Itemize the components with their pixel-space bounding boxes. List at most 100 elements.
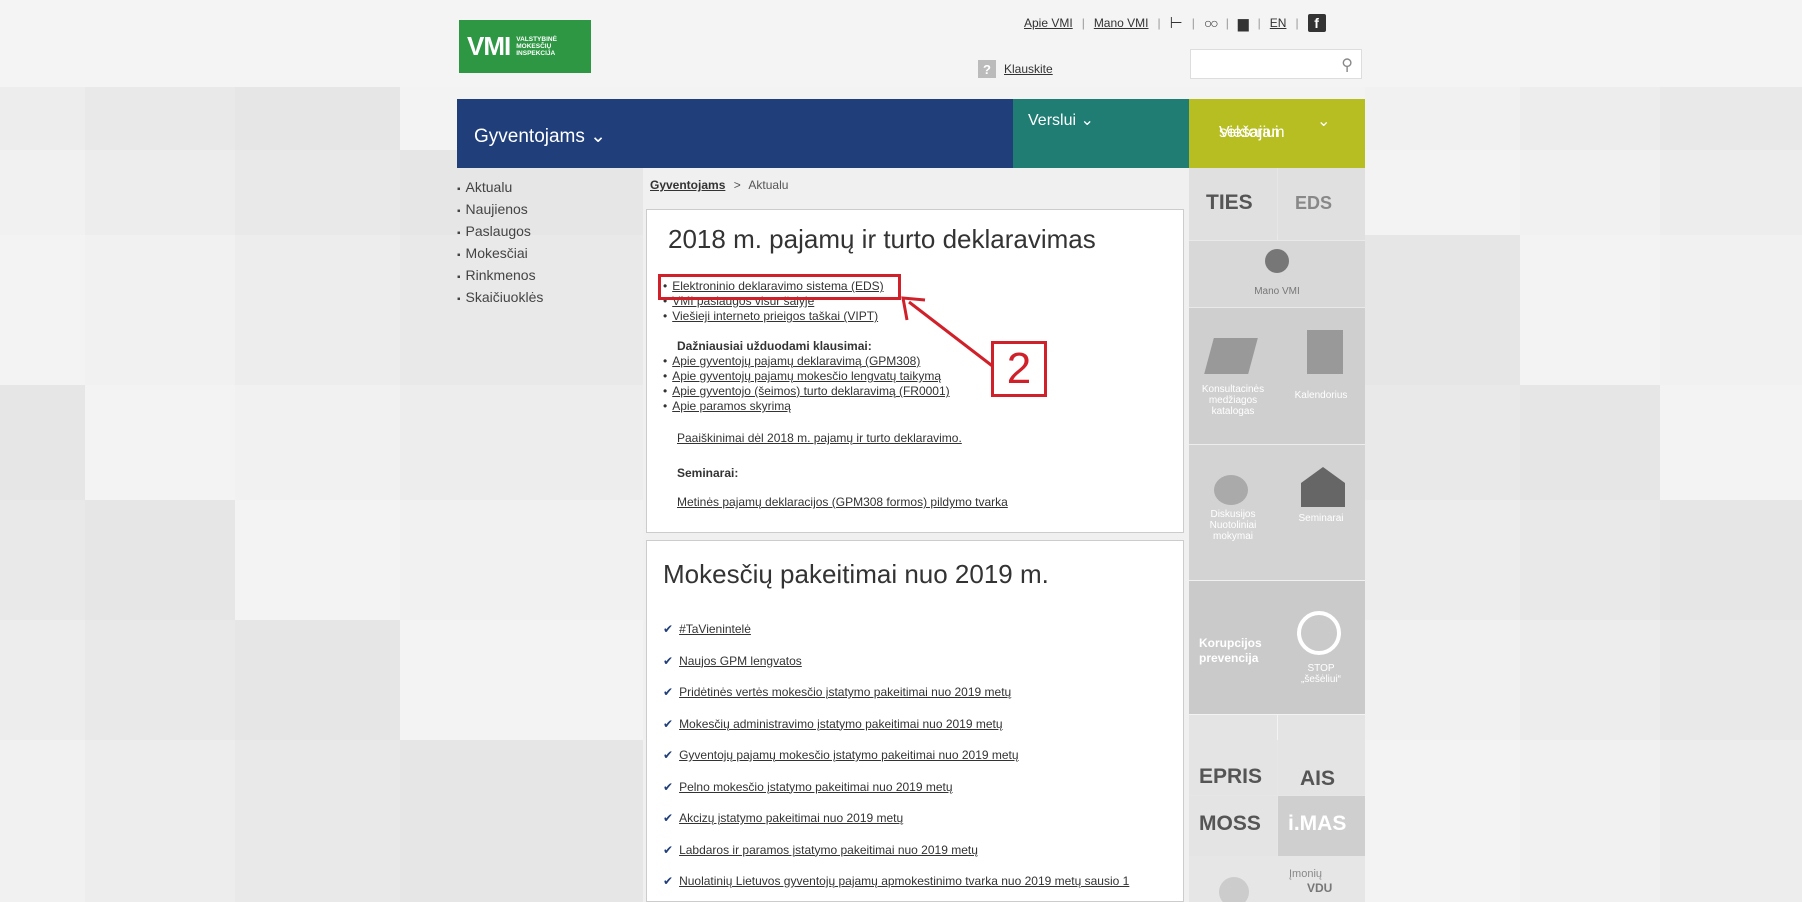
background-tile (1520, 150, 1660, 235)
separator: | (1081, 16, 1085, 30)
background-tile (1365, 235, 1520, 385)
mano-vmi-link[interactable]: Mano VMI (1094, 16, 1149, 30)
background-tile (1660, 740, 1802, 902)
ais-tile[interactable]: AIS (1278, 715, 1365, 795)
vipt-link[interactable]: Viešieji interneto prieigos taškai (VIPT… (672, 309, 878, 323)
print-icon[interactable]: ▆ (1238, 15, 1249, 32)
background-tile (235, 620, 400, 740)
background-tile (235, 385, 400, 500)
faq-link[interactable]: Apie gyventojo (šeimos) turto deklaravim… (672, 384, 949, 398)
background-tile (85, 87, 235, 150)
left-menu-item[interactable]: Skaičiuoklės (457, 286, 544, 308)
background-tile (1520, 740, 1660, 902)
faq-title: Dažniausiai užduodami klausimai: (677, 339, 872, 353)
annotation-arrow (901, 296, 996, 370)
background-tile (1660, 385, 1802, 500)
klauskite-area: ? Klauskite (978, 60, 1053, 78)
explain-link[interactable]: Paaiškinimai dėl 2018 m. pajamų ir turto… (677, 431, 962, 445)
background-tile (1520, 620, 1660, 740)
ties-label: TIES (1206, 191, 1253, 214)
background-tile (235, 740, 400, 902)
background-tile (235, 150, 400, 235)
left-menu-item[interactable]: Mokesčiai (457, 242, 543, 264)
epris-tile[interactable]: EPRIS (1189, 715, 1277, 795)
seminar-link[interactable]: Metinės pajamų deklaracijos (GPM308 form… (677, 495, 1008, 509)
ties-tile[interactable]: TIES (1189, 168, 1277, 240)
question-icon[interactable]: ? (978, 60, 996, 78)
konsultacines-tile[interactable]: Konsultacinės medžiagos katalogas Kalendor… (1189, 308, 1365, 444)
left-menu-item[interactable]: Paslaugos (457, 220, 543, 242)
background-tile (1660, 87, 1802, 150)
background-tile (0, 740, 85, 902)
sitemap-icon[interactable]: ⊢ (1170, 14, 1183, 32)
tax-change-link[interactable]: Akcizų įstatymo pakeitimai nuo 2019 metų (679, 811, 903, 825)
eds-label: EDS (1295, 193, 1333, 213)
search-input[interactable]: ⚲ (1190, 49, 1362, 79)
separator: | (1295, 16, 1299, 30)
nav-gyventojams-label: Gyventojams ⌄ (474, 126, 607, 147)
background-tile (0, 235, 85, 385)
background-tile (1660, 500, 1802, 620)
stop-icon (1297, 611, 1341, 655)
tax-change-link[interactable]: Nuolatinių Lietuvos gyventojų pajamų apm… (679, 874, 1129, 888)
moss-tile[interactable]: MOSS (1189, 796, 1277, 856)
background-tile (1660, 150, 1802, 235)
chevron-down-icon: ⌄ (1317, 113, 1331, 130)
background-tile (235, 87, 400, 150)
background-tile (0, 620, 85, 740)
site-header: VMI VALSTYBINĖ MOKESČIŲ INSPEKCIJA Apie … (0, 0, 1802, 87)
eds-tile[interactable]: EDS (1278, 168, 1365, 240)
nav-verslui[interactable]: Verslui ⌄ (1013, 99, 1189, 168)
tax-change-link[interactable]: Labdaros ir paramos įstatymo pakeitimai … (679, 843, 978, 857)
breadcrumb-current: Aktualu (748, 178, 789, 192)
tax-change-link[interactable]: Pelno mokesčio įstatymo pakeitimai nuo 2… (679, 780, 952, 794)
tax-change-link[interactable]: Pridėtinės vertės mokesčio įstatymo pake… (679, 685, 1011, 699)
background-tile (1660, 620, 1802, 740)
tax-change-link[interactable]: Mokesčių administravimo įstatymo pakeiti… (679, 717, 1002, 731)
separator: | (1157, 16, 1161, 30)
diskusijos-tile[interactable]: Diskusijos Nuotoliniai mokymai Seminarai (1189, 445, 1365, 580)
breadcrumb-root[interactable]: Gyventojams (650, 178, 725, 192)
vdu-label: VDU (1307, 881, 1333, 895)
apie-vmi-link[interactable]: Apie VMI (1024, 16, 1073, 30)
faq-link[interactable]: Apie gyventojų pajamų deklaravimą (GPM30… (672, 354, 920, 368)
nav-verslui-label: Verslui ⌄ (1028, 112, 1094, 129)
tax-change-link[interactable]: Gyventojų pajamų mokesčio įstatymo pakei… (679, 748, 1019, 762)
background-tile (1520, 500, 1660, 620)
background-tile (0, 385, 85, 500)
breadcrumb-sep: > (733, 178, 741, 192)
korupcija-tile[interactable]: Korupcijos prevencija STOP „šešėliui“ (1189, 581, 1365, 714)
annotation-number: 2 (991, 341, 1047, 397)
mano-vmi-tile[interactable]: Mano VMI (1189, 241, 1365, 307)
ais-label: AIS (1300, 767, 1336, 790)
tax-change-link[interactable]: #TaVienintelė (679, 622, 751, 636)
left-menu-item[interactable]: Rinkmenos (457, 264, 543, 286)
book-icon (1204, 338, 1258, 374)
glasses-icon[interactable]: ○○ (1204, 15, 1219, 31)
left-menu-item[interactable]: Aktualu (457, 176, 543, 198)
mano-vmi-label: Mano VMI (1254, 286, 1300, 297)
background-tile (85, 620, 235, 740)
facebook-icon[interactable]: f (1307, 14, 1326, 32)
imas-label: i.MAS (1288, 812, 1347, 835)
lang-en-link[interactable]: EN (1270, 16, 1287, 30)
left-menu-item[interactable]: Naujienos (457, 198, 543, 220)
background-tile (1520, 385, 1660, 500)
tax-change-link[interactable]: Naujos GPM lengvatos (679, 654, 802, 668)
separator: | (1225, 16, 1229, 30)
imas-tile[interactable]: i.MAS (1278, 796, 1365, 856)
search-icon[interactable]: ⚲ (1341, 55, 1353, 75)
vmi-logo[interactable]: VMI VALSTYBINĖ MOKESČIŲ INSPEKCIJA (459, 20, 591, 73)
background-tile (235, 235, 400, 385)
nav-viesajam[interactable]: Viešajam sektoriui ⌄ (1189, 99, 1365, 168)
calendar-icon (1307, 330, 1343, 374)
database-icon (1219, 877, 1249, 902)
nav-gyventojams[interactable]: Gyventojams ⌄ (457, 99, 1013, 168)
background-tile (1365, 150, 1520, 235)
faq-link[interactable]: Apie paramos skyrimą (672, 399, 791, 413)
kalendorius-label: Kalendorius (1294, 390, 1348, 401)
left-menu: Aktualu Naujienos Paslaugos Mokesčiai Ri… (457, 176, 544, 308)
user-icon (1265, 249, 1289, 273)
klauskite-link[interactable]: Klauskite (1004, 62, 1053, 76)
imoniu-vdu-tile[interactable]: Įmonių VDU (1189, 857, 1365, 902)
